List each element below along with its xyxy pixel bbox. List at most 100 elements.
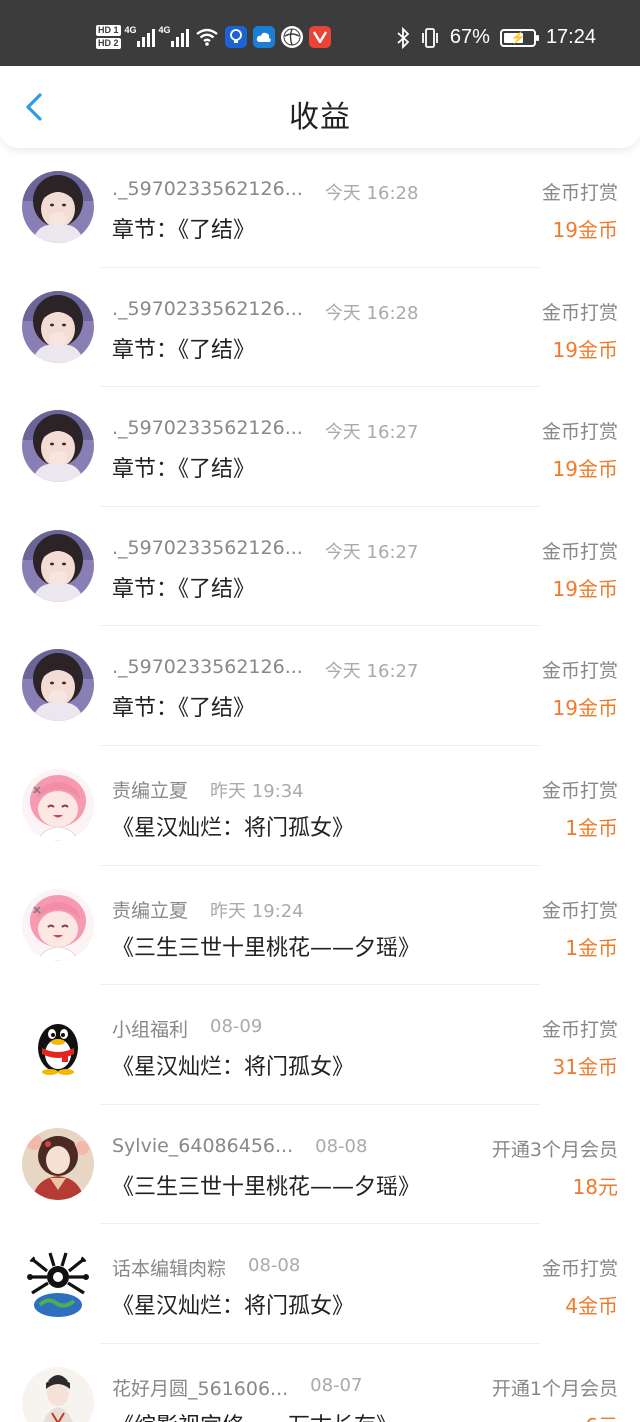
user-name: ._5970233562126... (112, 178, 303, 200)
avatar-ancient-figure[interactable] (22, 1366, 94, 1422)
work-title: 《星汉灿烂：将门孤女》 (112, 815, 355, 841)
timestamp: 今天 16:27 (324, 541, 419, 563)
income-type: 金币打赏 (541, 779, 618, 802)
income-type: 开通1个月会员 (491, 1377, 618, 1400)
income-amount: 1金币 (565, 815, 618, 840)
status-bar: HD 1 HD 2 4G 4G 67% ⚡ 17:24 (0, 0, 640, 66)
work-title: 《三生三世十里桃花——夕瑶》 (112, 935, 421, 961)
income-type: 开通3个月会员 (491, 1138, 618, 1161)
user-name: ._5970233562126... (112, 656, 303, 679)
income-type: 金币打赏 (541, 540, 618, 563)
work-title: 章节：《了结》 (112, 696, 256, 722)
income-type: 金币打赏 (541, 182, 618, 204)
vibrate-icon (422, 27, 438, 48)
page-title: 收益 (289, 100, 351, 135)
list-item[interactable]: Sylvie_64086456... 08-08 《三生三世十里桃花——夕瑶》 … (0, 1105, 640, 1225)
income-type: 金币打赏 (541, 899, 618, 922)
avatar-anime-pink[interactable] (22, 888, 94, 961)
timestamp: 今天 16:28 (324, 183, 419, 204)
work-title: 《三生三世十里桃花——夕瑶》 (112, 1174, 421, 1200)
bulb-app-icon (224, 26, 247, 48)
work-title: 章节：《了结》 (112, 337, 256, 363)
timestamp: 昨天 19:34 (210, 780, 304, 802)
avatar-girl-photo[interactable] (22, 529, 94, 602)
income-type: 金币打赏 (541, 660, 618, 683)
list-item[interactable]: 小组福利 08-09 《星汉灿烂：将门孤女》 金币打赏 31金币 (0, 985, 640, 1105)
user-name: Sylvie_64086456... (112, 1134, 294, 1157)
hd-indicator: HD 1 HD 2 (96, 25, 121, 49)
work-title: 章节：《了结》 (112, 218, 256, 243)
income-list: ._5970233562126... 今天 16:28 章节：《了结》 金币打赏… (0, 148, 640, 1422)
list-item[interactable]: ._5970233562126... 今天 16:28 章节：《了结》 金币打赏… (0, 268, 640, 388)
net2-label: 4G (158, 25, 171, 35)
user-name: ._5970233562126... (112, 417, 303, 440)
avatar-girl-photo[interactable] (22, 649, 94, 722)
list-item[interactable]: ._5970233562126... 今天 16:28 章节：《了结》 金币打赏… (0, 148, 640, 268)
user-name: 责编立夏 (112, 899, 189, 922)
income-amount: 19金币 (552, 576, 618, 601)
timestamp: 08-07 (310, 1374, 363, 1396)
income-type: 金币打赏 (541, 1258, 618, 1281)
battery-percent: 67% (449, 26, 490, 48)
avatar-girl-photo[interactable] (22, 410, 94, 483)
income-amount: 4金币 (565, 1294, 618, 1319)
cloud-app-icon (252, 26, 275, 48)
signal-icon: 4G (159, 25, 189, 47)
timestamp: 今天 16:28 (324, 302, 419, 324)
bluetooth-icon (397, 26, 410, 49)
timestamp: 08-09 (210, 1016, 263, 1038)
user-name: 责编立夏 (112, 779, 189, 802)
work-title: 章节：《了结》 (112, 576, 256, 602)
list-item[interactable]: ._5970233562126... 今天 16:27 章节：《了结》 金币打赏… (0, 626, 640, 746)
list-item[interactable]: 责编立夏 昨天 19:34 《星汉灿烂：将门孤女》 金币打赏 1金币 (0, 746, 640, 866)
hd2-label: HD 2 (96, 38, 121, 49)
list-item[interactable]: ._5970233562126... 今天 16:27 章节：《了结》 金币打赏… (0, 507, 640, 627)
timestamp: 今天 16:27 (324, 661, 419, 683)
work-title: 《星汉灿烂：将门孤女》 (112, 1055, 355, 1081)
clock: 17:24 (545, 26, 596, 48)
income-amount: 19金币 (552, 457, 618, 482)
status-left: HD 1 HD 2 4G 4G (96, 20, 331, 54)
user-name: ._5970233562126... (112, 297, 303, 320)
work-title: 《星汉灿烂：将门孤女》 (112, 1294, 355, 1320)
status-right: 67% ⚡ 17:24 (396, 26, 596, 49)
income-type: 金币打赏 (541, 1019, 618, 1042)
user-name: 小组福利 (112, 1019, 189, 1042)
income-type: 金币打赏 (541, 421, 618, 444)
avatar-girl-photo[interactable] (22, 171, 94, 243)
income-amount: 31金币 (552, 1055, 618, 1080)
income-amount: 1金币 (565, 935, 618, 960)
income-amount: 19金币 (552, 696, 618, 721)
income-type: 金币打赏 (541, 301, 618, 324)
ball-app-icon (280, 26, 303, 48)
income-amount: 19金币 (552, 337, 618, 362)
user-name: 话本编辑肉粽 (112, 1258, 227, 1281)
income-amount: 18元 (572, 1174, 618, 1199)
list-item[interactable]: 责编立夏 昨天 19:24 《三生三世十里桃花——夕瑶》 金币打赏 1金币 (0, 866, 640, 986)
avatar-girl-photo[interactable] (22, 290, 94, 363)
avatar-penguin[interactable] (22, 1008, 94, 1081)
list-item[interactable]: ._5970233562126... 今天 16:27 章节：《了结》 金币打赏… (0, 387, 640, 507)
timestamp: 今天 16:27 (324, 422, 419, 444)
avatar-ancient-lady[interactable] (22, 1127, 94, 1200)
timestamp: 08-08 (248, 1255, 301, 1277)
user-name: ._5970233562126... (112, 536, 303, 559)
list-item[interactable]: 花好月圆_561606... 08-07 《综影视宫修——万古长存》 开通1个月… (0, 1344, 640, 1422)
avatar-spider-globe[interactable] (22, 1247, 94, 1320)
signal-icon: 4G (125, 25, 155, 47)
net1-label: 4G (124, 25, 137, 35)
wifi-icon (195, 28, 218, 46)
income-amount: 6元 (585, 1410, 618, 1422)
v-app-icon (308, 26, 331, 48)
list-item[interactable]: 话本编辑肉粽 08-08 《星汉灿烂：将门孤女》 金币打赏 4金币 (0, 1224, 640, 1344)
work-title: 《综影视宫修——万古长存》 (112, 1408, 398, 1422)
battery-icon: ⚡ (499, 28, 539, 47)
timestamp: 08-08 (315, 1135, 368, 1157)
work-title: 章节：《了结》 (112, 457, 256, 483)
hd1-label: HD 1 (96, 25, 121, 36)
page-header: 收益 (0, 66, 640, 148)
timestamp: 昨天 19:24 (210, 900, 304, 922)
income-amount: 19金币 (552, 218, 618, 242)
avatar-anime-pink[interactable] (22, 768, 94, 841)
user-name: 花好月圆_561606... (112, 1377, 289, 1400)
